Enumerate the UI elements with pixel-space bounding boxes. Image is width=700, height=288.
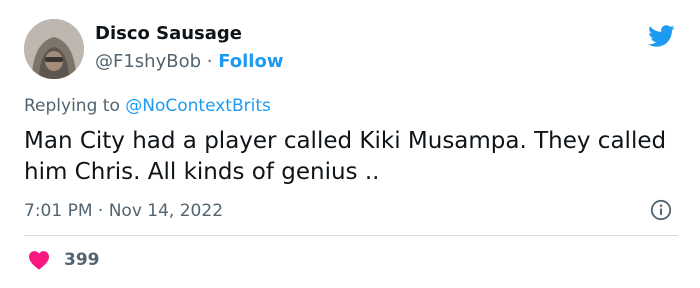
follow-button[interactable]: Follow	[218, 51, 283, 72]
tweet-text: Man City had a player called Kiki Musamp…	[24, 128, 667, 185]
tweet-card: Disco Sausage @F1shyBob · Follow Replyin…	[0, 0, 700, 288]
reply-prefix: Replying to	[24, 96, 126, 116]
reply-context: Replying to @NoContextBrits	[24, 95, 271, 117]
tweet-time[interactable]: 7:01 PM	[24, 201, 93, 221]
author-handle-line: @F1shyBob · Follow	[95, 50, 283, 74]
divider	[24, 235, 678, 236]
tweet-timestamp: 7:01 PM · Nov 14, 2022	[24, 199, 223, 223]
author-handle[interactable]: @F1shyBob	[95, 51, 201, 72]
info-icon[interactable]	[650, 199, 672, 221]
separator-dot: ·	[92, 201, 109, 221]
author-display-name[interactable]: Disco Sausage	[95, 22, 242, 46]
tweet-date[interactable]: Nov 14, 2022	[109, 201, 223, 221]
heart-icon[interactable]	[28, 250, 50, 270]
separator-dot: ·	[201, 51, 219, 72]
twitter-bird-icon[interactable]	[645, 22, 677, 50]
like-count[interactable]: 399	[64, 248, 100, 272]
avatar[interactable]	[24, 19, 84, 79]
reply-to-handle[interactable]: @NoContextBrits	[125, 96, 271, 116]
